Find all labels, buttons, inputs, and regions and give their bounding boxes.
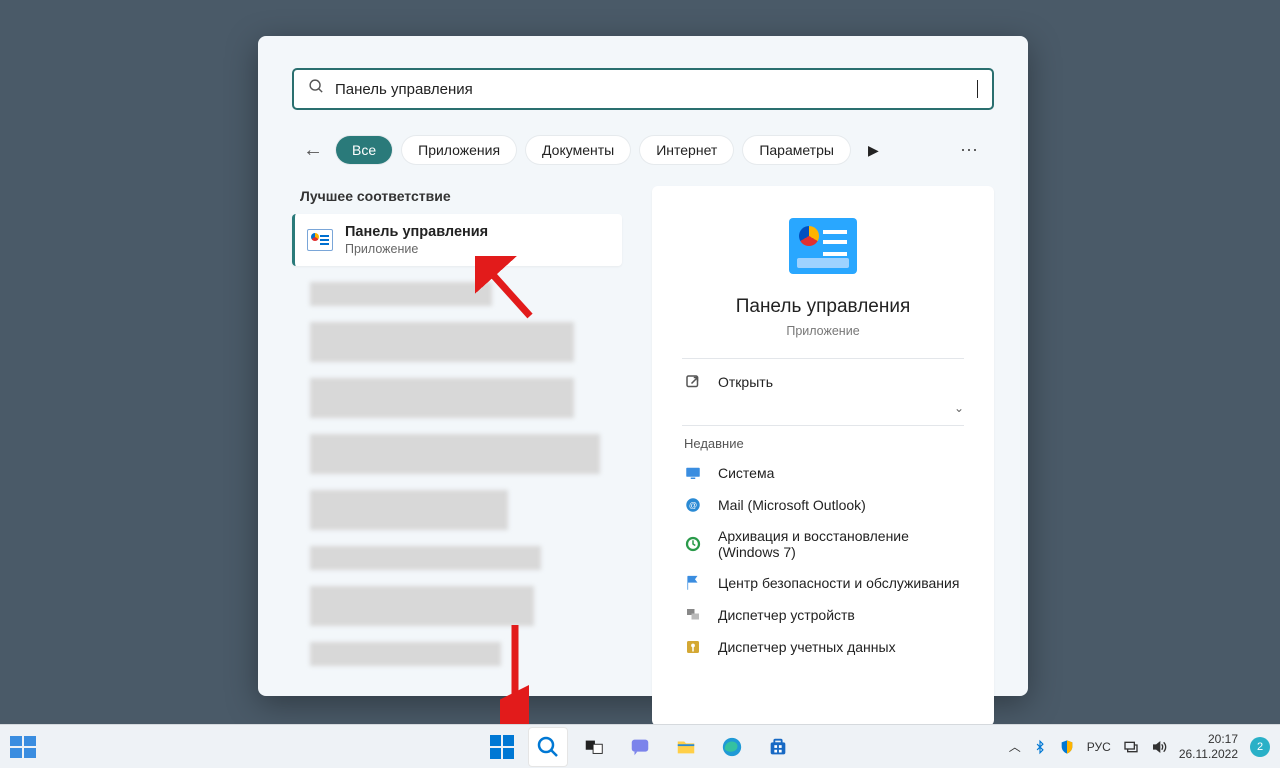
open-label: Открыть [718, 374, 773, 390]
notifications-button[interactable]: 2 [1250, 737, 1270, 757]
tray-overflow-icon[interactable]: ︿ [1009, 738, 1021, 755]
redacted-result [310, 586, 534, 626]
redacted-result [310, 322, 574, 362]
task-view-button[interactable] [574, 727, 614, 767]
store-icon [767, 736, 789, 758]
search-button[interactable] [528, 727, 568, 767]
filter-documents[interactable]: Документы [526, 136, 630, 164]
recent-item-security[interactable]: Центр безопасности и обслуживания [682, 567, 964, 599]
edge-icon [721, 736, 743, 758]
search-icon [308, 78, 325, 100]
best-match-title: Панель управления [345, 224, 488, 240]
recent-label: Диспетчер устройств [718, 607, 855, 623]
best-match-header: Лучшее соответствие [300, 188, 622, 204]
task-view-icon [583, 736, 605, 758]
chat-button[interactable] [620, 727, 660, 767]
search-icon [536, 735, 560, 759]
open-icon [684, 373, 702, 391]
widgets-button[interactable] [10, 736, 36, 758]
recent-label: Mail (Microsoft Outlook) [718, 497, 866, 513]
backup-icon [684, 535, 702, 553]
clock[interactable]: 20:17 26.11.2022 [1179, 732, 1238, 761]
filter-apps[interactable]: Приложения [402, 136, 516, 164]
detail-title: Панель управления [682, 296, 964, 318]
results-column: Лучшее соответствие Панель управления Пр… [292, 186, 622, 726]
windows-logo-icon [490, 735, 514, 759]
redacted-result [310, 378, 574, 418]
filter-internet[interactable]: Интернет [640, 136, 733, 164]
best-match-subtitle: Приложение [345, 242, 488, 256]
open-action[interactable]: Открыть ⌄ [682, 359, 964, 405]
redacted-result [310, 546, 541, 570]
credentials-icon [684, 638, 702, 656]
edge-button[interactable] [712, 727, 752, 767]
recent-item-backup[interactable]: Архивация и восстановление (Windows 7) [682, 521, 964, 567]
recent-label: Диспетчер учетных данных [718, 639, 896, 655]
date-text: 26.11.2022 [1179, 747, 1238, 761]
svg-text:@: @ [689, 501, 697, 510]
taskbar-center [482, 727, 798, 767]
language-indicator[interactable]: РУС [1087, 740, 1111, 754]
volume-icon[interactable] [1151, 739, 1167, 755]
redacted-result [310, 642, 501, 666]
mail-icon: @ [684, 496, 702, 514]
chevron-down-icon[interactable]: ⌄ [954, 401, 964, 415]
redacted-result [310, 490, 508, 530]
start-search-popup: ← Все Приложения Документы Интернет Пара… [258, 36, 1028, 696]
control-panel-icon [307, 229, 333, 251]
filter-more-icon[interactable]: ▶ [868, 142, 879, 159]
redacted-result [310, 282, 492, 306]
best-match-result[interactable]: Панель управления Приложение [292, 214, 622, 266]
recent-item-devices[interactable]: Диспетчер устройств [682, 599, 964, 631]
detail-subtitle: Приложение [682, 324, 964, 338]
network-icon[interactable] [1123, 739, 1139, 755]
recent-header: Недавние [684, 436, 964, 451]
control-panel-icon-large [789, 218, 857, 274]
divider [682, 425, 964, 426]
options-ellipsis-icon[interactable]: ⋯ [960, 140, 986, 161]
text-cursor [977, 80, 978, 98]
recent-label: Система [718, 465, 774, 481]
explorer-button[interactable] [666, 727, 706, 767]
recent-item-system[interactable]: Система [682, 457, 964, 489]
flag-icon [684, 574, 702, 592]
back-button[interactable]: ← [300, 139, 326, 162]
redacted-result [310, 434, 600, 474]
system-icon [684, 464, 702, 482]
start-button[interactable] [482, 727, 522, 767]
filter-settings[interactable]: Параметры [743, 136, 850, 164]
store-button[interactable] [758, 727, 798, 767]
filter-all[interactable]: Все [336, 136, 392, 164]
recent-label: Архивация и восстановление (Windows 7) [718, 528, 962, 560]
device-manager-icon [684, 606, 702, 624]
taskbar: ︿ РУС 20:17 26.11.2022 2 [0, 724, 1280, 768]
recent-item-mail[interactable]: @ Mail (Microsoft Outlook) [682, 489, 964, 521]
time-text: 20:17 [1179, 732, 1238, 746]
chat-icon [629, 736, 651, 758]
search-input[interactable] [335, 81, 977, 98]
system-tray: ︿ РУС 20:17 26.11.2022 2 [1009, 732, 1280, 761]
recent-item-credentials[interactable]: Диспетчер учетных данных [682, 631, 964, 663]
detail-panel: Панель управления Приложение Открыть ⌄ Н… [652, 186, 994, 726]
bluetooth-icon[interactable] [1033, 738, 1047, 756]
search-bar[interactable] [292, 68, 994, 110]
security-icon[interactable] [1059, 739, 1075, 755]
recent-label: Центр безопасности и обслуживания [718, 575, 959, 591]
filter-row: ← Все Приложения Документы Интернет Пара… [292, 136, 994, 164]
folder-icon [675, 736, 697, 758]
